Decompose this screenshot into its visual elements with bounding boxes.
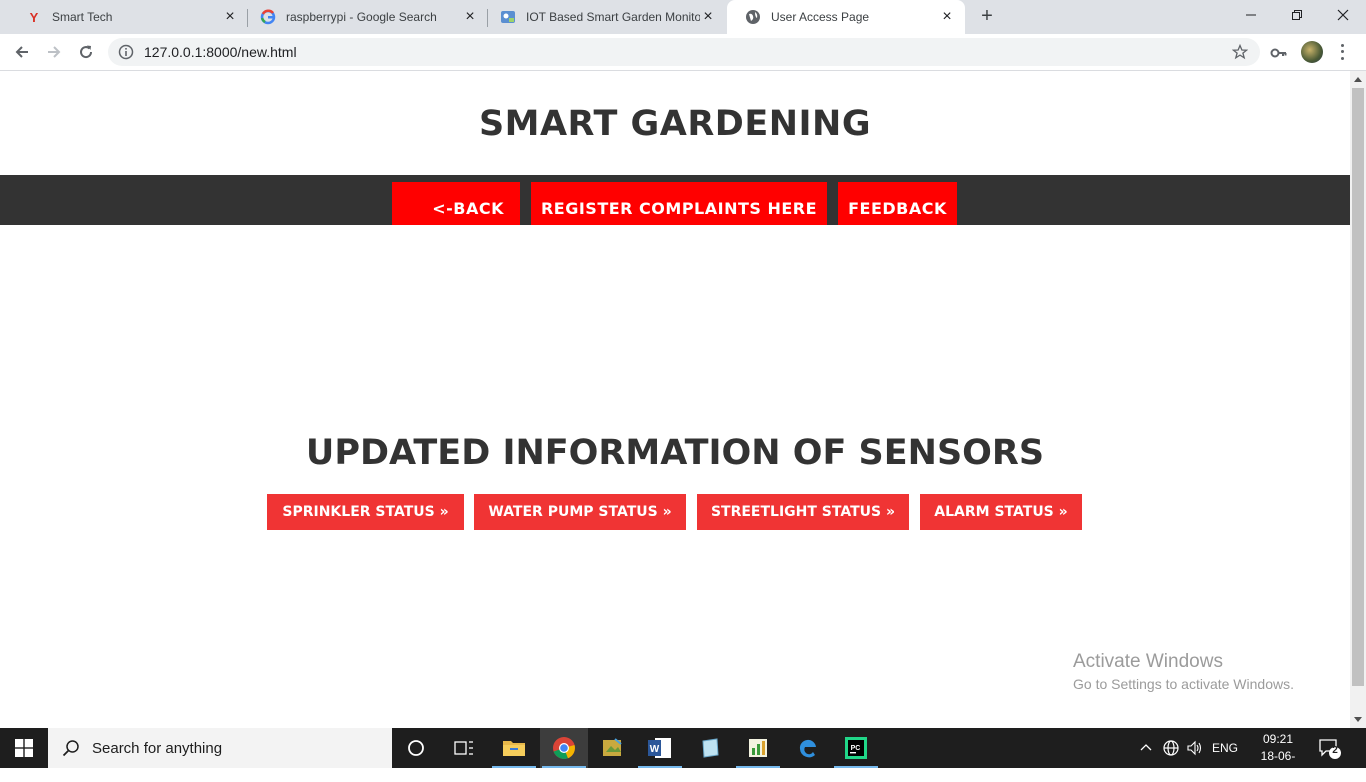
forward-arrow-icon[interactable] bbox=[42, 40, 66, 64]
globe-icon bbox=[745, 9, 761, 25]
bookmark-star-icon[interactable] bbox=[1231, 43, 1249, 60]
watermark-subtitle: Go to Settings to activate Windows. bbox=[1073, 676, 1294, 692]
back-arrow-icon[interactable] bbox=[10, 40, 34, 64]
tab-smart-tech[interactable]: Y Smart Tech × bbox=[8, 0, 248, 34]
windows-taskbar: Search for anything W PC ENG 09:21 18-06… bbox=[0, 728, 1366, 780]
feedback-link[interactable]: FEEDBACK bbox=[838, 182, 957, 225]
sprinkler-status-button[interactable]: SPRINKLER STATUS » bbox=[267, 494, 464, 530]
page-scrollbar[interactable] bbox=[1350, 71, 1366, 728]
svg-text:W: W bbox=[650, 744, 660, 755]
scroll-down-arrow-icon[interactable] bbox=[1354, 717, 1362, 722]
show-hidden-icons-icon[interactable] bbox=[1140, 728, 1152, 768]
close-tab-icon[interactable]: × bbox=[462, 9, 478, 25]
register-complaints-link[interactable]: REGISTER COMPLAINTS HERE bbox=[531, 182, 827, 225]
tab-title: raspberrypi - Google Search bbox=[286, 10, 437, 24]
watermark-title: Activate Windows bbox=[1073, 651, 1223, 672]
tab-title: User Access Page bbox=[771, 10, 870, 24]
edge-icon[interactable] bbox=[784, 728, 832, 768]
file-explorer-icon[interactable] bbox=[490, 728, 538, 768]
svg-text:PC: PC bbox=[851, 745, 861, 752]
profile-avatar[interactable] bbox=[1301, 41, 1323, 63]
close-tab-icon[interactable]: × bbox=[222, 9, 238, 25]
reload-icon[interactable] bbox=[74, 40, 98, 64]
notepad-icon[interactable] bbox=[686, 728, 734, 768]
notification-count: 2 bbox=[1332, 745, 1338, 756]
back-link[interactable]: <-BACK bbox=[392, 182, 520, 225]
browser-toolbar: 127.0.0.1:8000/new.html bbox=[0, 34, 1366, 71]
chrome-icon[interactable] bbox=[540, 728, 588, 768]
new-tab-button[interactable]: + bbox=[976, 6, 998, 28]
taskbar-search-box[interactable]: Search for anything bbox=[48, 728, 392, 768]
search-icon bbox=[62, 739, 80, 757]
network-globe-icon[interactable] bbox=[1162, 728, 1180, 768]
chrome-menu-icon[interactable] bbox=[1336, 42, 1348, 62]
word-icon[interactable]: W bbox=[636, 728, 684, 768]
google-icon bbox=[260, 9, 276, 25]
tab-google-search[interactable]: raspberrypi - Google Search × bbox=[242, 0, 488, 34]
activate-windows-watermark: Activate Windows Go to Settings to activ… bbox=[1073, 651, 1294, 692]
address-bar[interactable]: 127.0.0.1:8000/new.html bbox=[108, 38, 1260, 66]
clock-date: 18-06-2020 bbox=[1260, 749, 1296, 780]
info-icon[interactable] bbox=[118, 44, 134, 60]
close-window-button[interactable] bbox=[1320, 0, 1366, 30]
input-language[interactable]: ENG bbox=[1212, 728, 1238, 768]
streetlight-status-button[interactable]: STREETLIGHT STATUS » bbox=[697, 494, 909, 530]
restore-button[interactable] bbox=[1274, 0, 1320, 30]
tab-title: IOT Based Smart Garden Monitor bbox=[526, 10, 700, 24]
windows-start-icon[interactable] bbox=[0, 728, 48, 768]
action-center-icon[interactable]: 2 bbox=[1318, 736, 1342, 760]
site-icon bbox=[500, 9, 516, 25]
taskbar-clock[interactable]: 09:21 18-06-2020 bbox=[1248, 731, 1308, 782]
sensors-heading: UPDATED INFORMATION OF SENSORS bbox=[305, 433, 1045, 473]
volume-icon[interactable] bbox=[1186, 728, 1204, 768]
cortana-icon[interactable] bbox=[392, 728, 440, 768]
site-title: SMART GARDENING bbox=[478, 104, 872, 144]
key-icon[interactable] bbox=[1270, 44, 1288, 62]
y-logo-icon: Y bbox=[29, 9, 39, 25]
tab-title: Smart Tech bbox=[52, 10, 113, 24]
task-view-icon[interactable] bbox=[440, 728, 488, 768]
close-tab-icon[interactable]: × bbox=[700, 9, 716, 25]
photos-app-icon[interactable] bbox=[588, 728, 636, 768]
clock-time: 09:21 bbox=[1262, 732, 1294, 746]
scrollbar-thumb[interactable] bbox=[1352, 88, 1364, 686]
url-text: 127.0.0.1:8000/new.html bbox=[144, 44, 297, 60]
browser-tab-strip: Y Smart Tech × raspberrypi - Google Sear… bbox=[0, 0, 1366, 34]
scroll-up-arrow-icon[interactable] bbox=[1354, 77, 1362, 82]
minimize-button[interactable] bbox=[1228, 0, 1274, 30]
tab-iot-garden[interactable]: IOT Based Smart Garden Monitor × bbox=[482, 0, 726, 34]
tab-user-access-page[interactable]: User Access Page × bbox=[727, 0, 965, 34]
spreadsheet-app-icon[interactable] bbox=[734, 728, 782, 768]
close-tab-icon[interactable]: × bbox=[939, 9, 955, 25]
water-pump-status-button[interactable]: WATER PUMP STATUS » bbox=[474, 494, 686, 530]
pycharm-icon[interactable]: PC bbox=[832, 728, 880, 768]
page-viewport: SMART GARDENING <-BACK REGISTER COMPLAIN… bbox=[0, 71, 1350, 728]
alarm-status-button[interactable]: ALARM STATUS » bbox=[920, 494, 1082, 530]
taskbar-search-placeholder: Search for anything bbox=[92, 739, 223, 757]
top-navigation-bar: <-BACK REGISTER COMPLAINTS HERE FEEDBACK bbox=[0, 175, 1350, 225]
